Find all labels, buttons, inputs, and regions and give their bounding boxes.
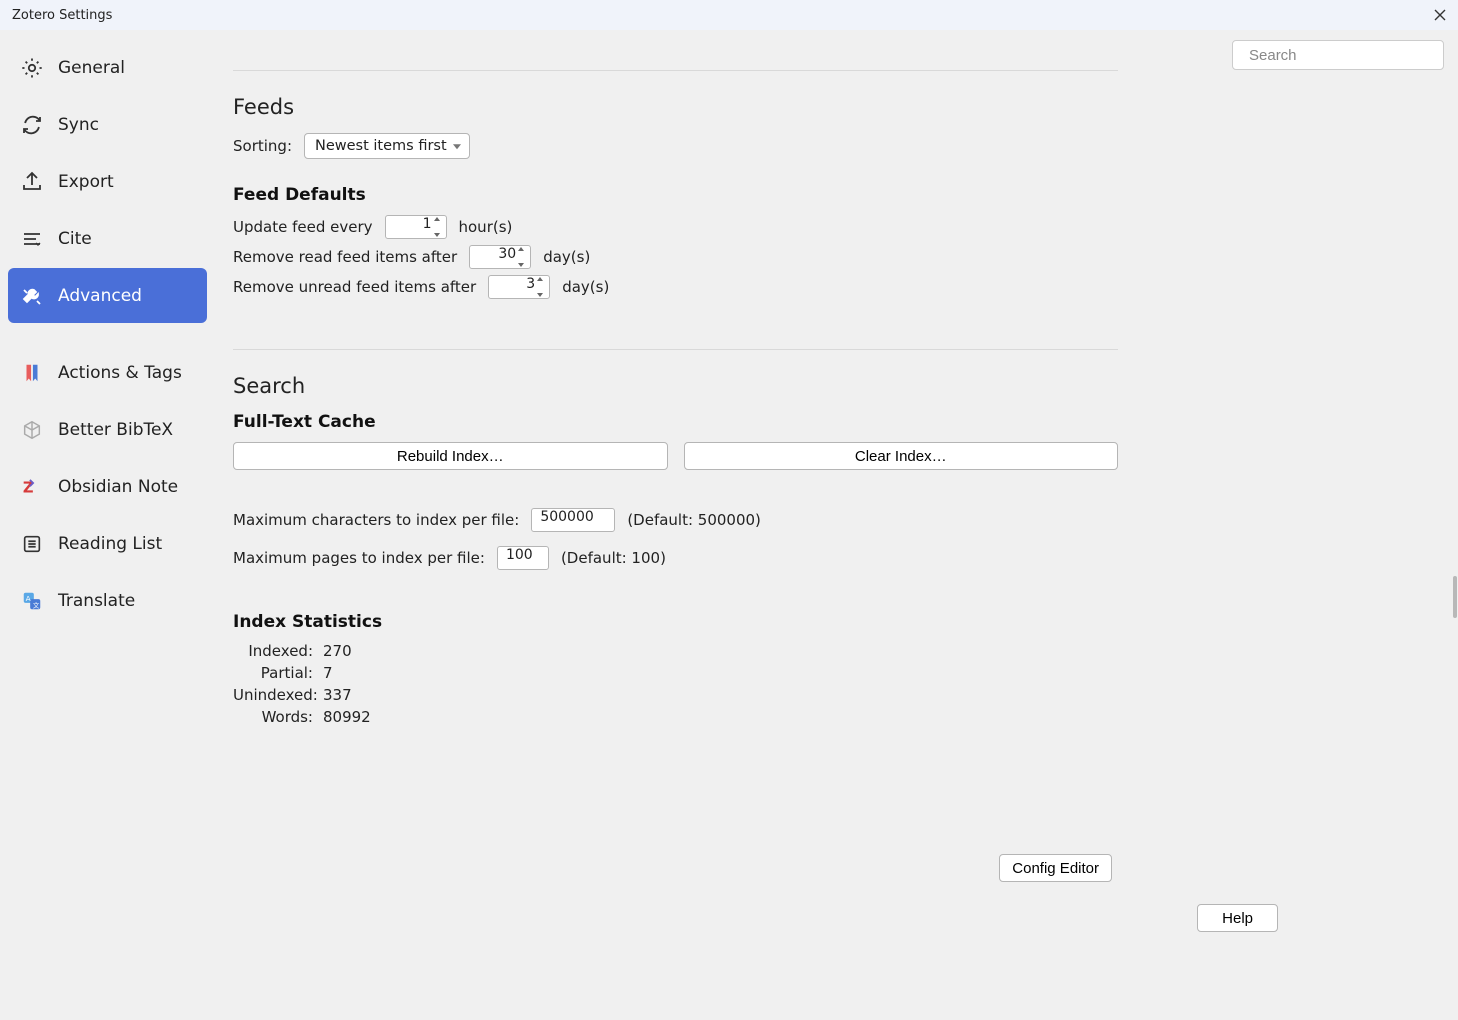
stat-indexed-value: 270 bbox=[323, 642, 1118, 660]
remove-unread-unit: day(s) bbox=[562, 278, 609, 296]
rebuild-index-button[interactable]: Rebuild Index… bbox=[233, 442, 668, 470]
remove-read-unit: day(s) bbox=[543, 248, 590, 266]
max-chars-default: (Default: 500000) bbox=[627, 511, 761, 529]
search-input[interactable] bbox=[1247, 46, 1450, 65]
sidebar-item-label: Cite bbox=[58, 229, 92, 249]
feed-defaults-heading: Feed Defaults bbox=[233, 185, 1118, 205]
sidebar-item-label: Advanced bbox=[58, 286, 142, 306]
sidebar-item-cite[interactable]: Cite bbox=[8, 211, 207, 266]
max-chars-row: Maximum characters to index per file: 50… bbox=[233, 508, 1118, 532]
feeds-heading: Feeds bbox=[233, 95, 1118, 119]
bookmark-icon bbox=[20, 361, 44, 385]
stat-indexed-label: Indexed: bbox=[233, 642, 313, 660]
sidebar-item-translate[interactable]: A文 Translate bbox=[8, 573, 207, 628]
max-chars-input[interactable]: 500000 bbox=[531, 508, 615, 532]
sidebar-item-label: Reading List bbox=[58, 534, 162, 554]
max-pages-input[interactable]: 100 bbox=[497, 546, 549, 570]
divider bbox=[233, 349, 1118, 350]
sync-icon bbox=[20, 113, 44, 137]
sidebar-item-obsidian-note[interactable]: Z Obsidian Note bbox=[8, 459, 207, 514]
max-pages-row: Maximum pages to index per file: 100 (De… bbox=[233, 546, 1118, 570]
help-button[interactable]: Help bbox=[1197, 904, 1278, 932]
sorting-label: Sorting: bbox=[233, 137, 292, 155]
feeds-sorting-row: Sorting: Newest items first bbox=[233, 133, 1118, 159]
stat-partial-value: 7 bbox=[323, 664, 1118, 682]
bibtex-icon bbox=[20, 418, 44, 442]
sidebar-item-better-bibtex[interactable]: Better BibTeX bbox=[8, 402, 207, 457]
sidebar-item-advanced[interactable]: Advanced bbox=[8, 268, 207, 323]
remove-read-row: Remove read feed items after 30 day(s) bbox=[233, 245, 1118, 269]
stat-words-label: Words: bbox=[233, 708, 313, 726]
update-feed-unit: hour(s) bbox=[459, 218, 513, 236]
svg-text:A: A bbox=[26, 594, 31, 603]
spinner-icon bbox=[434, 217, 444, 237]
max-pages-label: Maximum pages to index per file: bbox=[233, 549, 485, 567]
close-button[interactable] bbox=[1430, 5, 1450, 25]
remove-unread-row: Remove unread feed items after 3 day(s) bbox=[233, 275, 1118, 299]
update-feed-input[interactable]: 1 bbox=[385, 215, 447, 239]
window-title: Zotero Settings bbox=[12, 8, 1430, 23]
tools-icon bbox=[20, 284, 44, 308]
cache-button-row: Rebuild Index… Clear Index… bbox=[233, 442, 1118, 470]
stat-unindexed-value: 337 bbox=[323, 686, 1118, 704]
close-icon bbox=[1434, 9, 1446, 21]
update-feed-row: Update feed every 1 hour(s) bbox=[233, 215, 1118, 239]
config-editor-button[interactable]: Config Editor bbox=[999, 854, 1112, 882]
sorting-value: Newest items first bbox=[315, 138, 447, 154]
main-panel: Feeds Sorting: Newest items first Feed D… bbox=[215, 30, 1458, 1020]
sidebar-item-label: Actions & Tags bbox=[58, 363, 182, 383]
sidebar-item-general[interactable]: General bbox=[8, 40, 207, 95]
content-scroll: Feeds Sorting: Newest items first Feed D… bbox=[233, 30, 1118, 910]
cite-icon bbox=[20, 227, 44, 251]
update-feed-label: Update feed every bbox=[233, 218, 373, 236]
fulltext-cache-heading: Full-Text Cache bbox=[233, 412, 1118, 432]
settings-search[interactable] bbox=[1232, 40, 1444, 70]
remove-unread-label: Remove unread feed items after bbox=[233, 278, 476, 296]
titlebar: Zotero Settings bbox=[0, 0, 1458, 30]
sidebar-item-export[interactable]: Export bbox=[8, 154, 207, 209]
sidebar-item-label: Obsidian Note bbox=[58, 477, 178, 497]
translate-icon: A文 bbox=[20, 589, 44, 613]
scrollbar-thumb[interactable] bbox=[1453, 576, 1457, 618]
obsidian-icon: Z bbox=[20, 475, 44, 499]
spinner-icon bbox=[537, 277, 547, 297]
sidebar-item-sync[interactable]: Sync bbox=[8, 97, 207, 152]
list-icon bbox=[20, 532, 44, 556]
remove-read-label: Remove read feed items after bbox=[233, 248, 457, 266]
sidebar: General Sync Export Cite bbox=[0, 30, 215, 1020]
sidebar-item-label: General bbox=[58, 58, 125, 78]
clear-index-button[interactable]: Clear Index… bbox=[684, 442, 1119, 470]
sidebar-item-label: Export bbox=[58, 172, 114, 192]
export-icon bbox=[20, 170, 44, 194]
sorting-select[interactable]: Newest items first bbox=[304, 133, 470, 159]
sidebar-item-label: Sync bbox=[58, 115, 99, 135]
sidebar-item-actions-tags[interactable]: Actions & Tags bbox=[8, 345, 207, 400]
gear-icon bbox=[20, 56, 44, 80]
index-stats-heading: Index Statistics bbox=[233, 612, 1118, 632]
sidebar-item-reading-list[interactable]: Reading List bbox=[8, 516, 207, 571]
divider bbox=[233, 70, 1118, 71]
max-chars-label: Maximum characters to index per file: bbox=[233, 511, 519, 529]
svg-text:文: 文 bbox=[33, 600, 40, 609]
remove-unread-input[interactable]: 3 bbox=[488, 275, 550, 299]
sidebar-item-label: Better BibTeX bbox=[58, 420, 173, 440]
spinner-icon bbox=[518, 247, 528, 267]
search-heading: Search bbox=[233, 374, 1118, 398]
index-stats: Indexed: 270 Partial: 7 Unindexed: 337 W… bbox=[233, 642, 1118, 726]
stat-words-value: 80992 bbox=[323, 708, 1118, 726]
stat-unindexed-label: Unindexed: bbox=[233, 686, 313, 704]
sidebar-item-label: Translate bbox=[58, 591, 135, 611]
stat-partial-label: Partial: bbox=[233, 664, 313, 682]
remove-read-input[interactable]: 30 bbox=[469, 245, 531, 269]
max-pages-default: (Default: 100) bbox=[561, 549, 666, 567]
